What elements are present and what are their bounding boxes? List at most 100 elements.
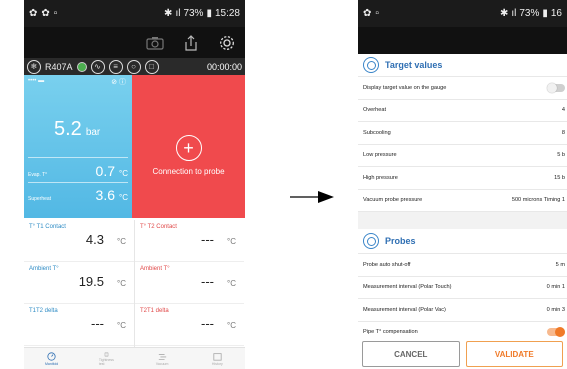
setting-row[interactable]: High pressure 15 b — [358, 166, 567, 189]
section-title: Probes — [385, 236, 416, 246]
battery-icon: ▮ — [206, 8, 212, 19]
pressure-unit: bar — [85, 127, 101, 138]
superheat-label: Superheat — [28, 196, 52, 202]
gear-icon[interactable] — [217, 33, 237, 53]
cell-unit: °C — [117, 321, 126, 330]
setting-label: Measurement interval (Polar Touch) — [363, 284, 452, 291]
pipe-compensation-toggle[interactable] — [547, 327, 565, 338]
setting-row[interactable]: Vacuum probe pressure 500 microns Timing… — [358, 188, 567, 212]
setting-row[interactable]: Subcooling 8 — [358, 121, 567, 144]
setting-row[interactable]: Display target value on the gauge — [358, 76, 567, 99]
display-target-toggle[interactable] — [547, 82, 565, 93]
cell-value: 19.5 — [78, 274, 104, 289]
setting-label: Overheat — [363, 107, 387, 114]
target-values-header: Target values — [358, 54, 567, 76]
pressure-value: 5.2 — [54, 118, 82, 140]
circle-icon[interactable]: ○ — [126, 59, 141, 74]
settings-screen: ✿ ▫ ✱ ıl 73% ▮ 16 Target values Display … — [358, 0, 567, 369]
folder-icon — [213, 352, 222, 361]
measurement-cell[interactable]: T1T2 delta --- °C — [24, 304, 134, 346]
add-icon[interactable]: + — [175, 135, 202, 161]
list-icon[interactable]: ≡ — [108, 59, 123, 74]
wave-icon[interactable]: ∿ — [90, 59, 105, 74]
measurement-cell[interactable]: T° T1 Contact 4.3 °C — [24, 220, 134, 262]
measurement-cell[interactable]: Ambient T° 19.5 °C — [24, 262, 134, 304]
section-spacer — [358, 211, 567, 229]
clock: 16 — [550, 8, 562, 19]
connect-probe-tile[interactable]: + Connection to probe — [132, 75, 245, 218]
refrigerant-label[interactable]: R407A — [45, 62, 73, 72]
cell-unit: °C — [227, 321, 236, 330]
setting-row[interactable]: Overheat 4 — [358, 98, 567, 122]
settings-notification-icon: ✿ — [29, 8, 38, 19]
nav-manifold[interactable]: Manifold — [44, 351, 60, 366]
setting-row[interactable]: Measurement interval (Polar Vac) 0 min 3 — [358, 298, 567, 321]
square-icon[interactable]: □ — [144, 59, 159, 74]
cell-unit: °C — [227, 237, 236, 246]
setting-value: 5 b — [557, 152, 565, 159]
nav-vacuum[interactable]: Vacuum — [154, 352, 170, 366]
setting-label: Display target value on the gauge — [363, 84, 447, 91]
setting-value: 0 min 1 — [546, 284, 565, 291]
action-bar: CANCEL VALIDATE — [358, 339, 567, 369]
share-icon[interactable] — [181, 33, 201, 53]
cell-label: T2T1 delta — [140, 308, 169, 314]
clock: 15:28 — [214, 8, 240, 19]
cell-value: --- — [201, 274, 214, 289]
transition-arrow-icon — [290, 191, 334, 203]
evap-label: Evap. T° — [28, 172, 48, 178]
temperature-grid: T° T1 Contact 4.3 °C Ambient T° 19.5 °C … — [24, 220, 245, 347]
evap-unit: °C — [119, 169, 128, 178]
nav-label: Manifold — [45, 361, 59, 366]
pressure-readout: 5.2 bar — [54, 118, 100, 141]
setting-value: 5 m — [555, 261, 565, 268]
cell-value: --- — [91, 316, 104, 331]
nav-history[interactable]: History — [209, 352, 225, 366]
screenshot-comparison: ✿ ✿ ▫ ✱ ıl 73% ▮ 15:28 ❄ R407A ∿ ≡ ○ □ 0… — [0, 0, 567, 369]
probes-header: Probes — [358, 229, 567, 253]
cell-unit: °C — [227, 279, 236, 288]
battery-icon: ▮ — [542, 8, 548, 19]
cell-label: Ambient T° — [29, 266, 59, 272]
setting-label: Probe auto shut-off — [363, 261, 411, 268]
bottom-navigation: Manifold Tightness test Vacuum History — [24, 347, 245, 369]
camera-icon[interactable] — [145, 33, 165, 53]
image-notification-icon: ▫ — [375, 8, 379, 19]
bluetooth-icon: ✱ — [164, 8, 173, 19]
cell-unit: °C — [117, 237, 126, 246]
superheat-unit: °C — [119, 193, 128, 202]
cell-label: T° T1 Contact — [29, 224, 66, 230]
battery-percent: 73% — [183, 8, 204, 19]
snowflake-icon[interactable]: ❄ — [27, 59, 41, 74]
measurement-cell[interactable]: T° T2 Contact --- °C — [135, 220, 244, 262]
low-pressure-tile[interactable]: •••• ▬ ⊘ ⓘ 5.2 bar Evap. T° 0.7 °C Superh… — [24, 75, 132, 218]
probe-indicator: •••• ▬ — [28, 78, 45, 84]
right-column: T° T2 Contact --- °C Ambient T° --- °C T… — [134, 220, 244, 347]
section-title: Target values — [385, 60, 443, 70]
setting-label: Subcooling — [363, 129, 391, 136]
validate-button[interactable]: VALIDATE — [465, 341, 563, 367]
evap-row: Evap. T° 0.7 °C — [28, 163, 128, 179]
cancel-button[interactable]: CANCEL — [362, 341, 460, 367]
measurement-cell[interactable]: T2T1 delta --- °C — [135, 304, 244, 346]
nav-tightness-test[interactable]: Tightness test — [99, 351, 115, 366]
setting-value: 0 min 3 — [546, 306, 565, 313]
settings-notification-icon: ✿ — [41, 8, 50, 19]
cylinder-icon — [105, 351, 109, 357]
info-icon[interactable]: ⊘ ⓘ — [111, 77, 126, 87]
gauge-icon — [47, 351, 56, 361]
gauge-tiles: •••• ▬ ⊘ ⓘ 5.2 bar Evap. T° 0.7 °C Superh… — [24, 75, 245, 218]
left-column: T° T1 Contact 4.3 °C Ambient T° 19.5 °C … — [24, 220, 134, 347]
divider — [28, 182, 128, 183]
divider — [28, 157, 128, 158]
nav-label: Vacuum — [155, 361, 169, 366]
cell-value: --- — [201, 232, 214, 247]
cell-value: --- — [201, 316, 214, 331]
image-notification-icon: ▫ — [53, 8, 58, 19]
setting-row[interactable]: Low pressure 5 b — [358, 143, 567, 167]
setting-value: 4 — [561, 107, 565, 114]
setting-row[interactable]: Probe auto shut-off 5 m — [358, 253, 567, 276]
setting-row[interactable]: Measurement interval (Polar Touch) 0 min… — [358, 275, 567, 299]
measurement-cell[interactable]: Ambient T° --- °C — [135, 262, 244, 304]
setting-label: Pipe T° compensation — [363, 329, 418, 336]
